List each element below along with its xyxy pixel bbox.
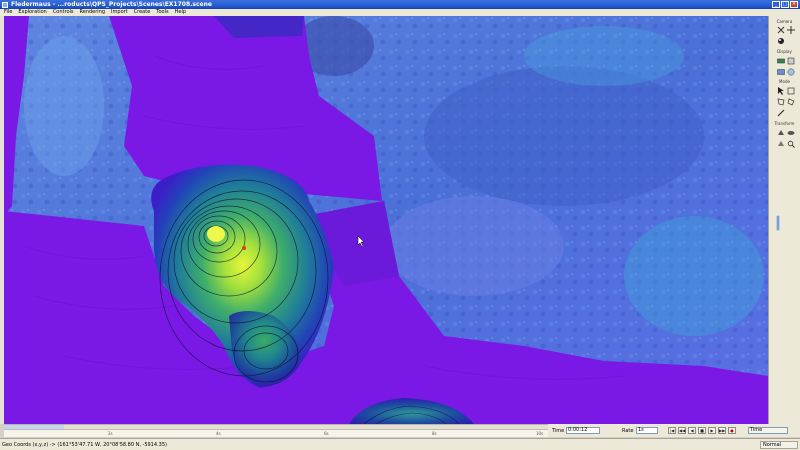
display-section-label: Display <box>777 49 792 54</box>
timeline-tick: 2s <box>108 431 113 436</box>
menu-exploration[interactable]: Exploration <box>18 9 46 16</box>
play-button[interactable]: ▶ <box>708 427 716 434</box>
time-label: Time <box>552 428 565 434</box>
menu-rendering[interactable]: Rendering <box>80 9 106 16</box>
fast-forward-button[interactable]: ▶▶ <box>718 427 726 434</box>
menu-bar: File Exploration Controls Rendering Impo… <box>0 9 800 16</box>
menu-create[interactable]: Create <box>134 9 151 16</box>
menu-help[interactable]: Help <box>175 9 186 16</box>
panel-resize-handle[interactable] <box>775 212 781 234</box>
camera-light-icon[interactable] <box>776 36 785 45</box>
status-bar: Geo Coords (x,y,z) -> (161°53'47.71 W, 2… <box>0 438 800 450</box>
menu-tools[interactable]: Tools <box>156 9 168 16</box>
rectangle-select-icon[interactable] <box>786 86 795 95</box>
record-button[interactable]: ● <box>728 427 736 434</box>
menu-file[interactable]: File <box>4 9 12 16</box>
rate-field[interactable]: 1s <box>636 427 658 434</box>
measure-ruler-icon[interactable] <box>776 108 785 117</box>
time-mode-select[interactable]: Time <box>748 427 788 434</box>
maximize-button[interactable]: □ <box>781 1 789 8</box>
minimize-button[interactable]: _ <box>772 1 780 8</box>
step-back-button[interactable]: ◀ <box>688 427 696 434</box>
stop-button[interactable]: ■ <box>698 427 706 434</box>
transform-rotate-icon[interactable] <box>776 139 785 148</box>
bathymetry-render <box>4 16 768 424</box>
display-globe-icon[interactable] <box>786 67 795 76</box>
skip-start-button[interactable]: |◀ <box>668 427 676 434</box>
title-bar: Fledermaus - ...roducts\QPS_Projects\Sce… <box>0 0 800 9</box>
menu-import[interactable]: Import <box>111 9 128 16</box>
transform-zoom-icon[interactable] <box>786 139 795 148</box>
camera-pan-icon[interactable] <box>786 25 795 34</box>
timeline-tick: 10s <box>536 431 544 436</box>
timeline-tick: 6s <box>324 431 329 436</box>
tool-panel: Camera Display Mode Transform <box>768 16 800 424</box>
camera-section-label: Camera <box>776 19 793 24</box>
window-title: Fledermaus - ...roducts\QPS_Projects\Sce… <box>11 1 212 8</box>
3d-scene-viewport[interactable] <box>4 16 768 424</box>
geo-coords-readout: Geo Coords (x,y,z) -> (161°53'47.71 W, 2… <box>2 442 167 448</box>
display-image-icon[interactable] <box>776 67 785 76</box>
animation-timeline[interactable]: 2s 4s 6s 8s 10s <box>4 429 548 437</box>
menu-controls[interactable]: Controls <box>53 9 74 16</box>
rewind-button[interactable]: ◀◀ <box>678 427 686 434</box>
timeline-tick: 4s <box>216 431 221 436</box>
display-surface-icon[interactable] <box>776 56 785 65</box>
mode-section-label: Mode <box>779 79 790 84</box>
playback-controls: Time 0:00:12 Rate 1s |◀ ◀◀ ◀ ■ ▶ ▶▶ ● Ti… <box>548 424 800 437</box>
polygon-select-icon[interactable] <box>776 97 785 106</box>
display-grid-icon[interactable] <box>786 56 795 65</box>
close-button[interactable]: × <box>790 1 798 8</box>
transform-view-icon[interactable] <box>786 128 795 137</box>
transform-section-label: Transform <box>774 121 795 126</box>
transform-move-icon[interactable] <box>776 128 785 137</box>
app-icon <box>2 1 8 8</box>
mode-indicator: Normal <box>760 441 798 449</box>
select-pointer-icon[interactable] <box>776 86 785 95</box>
timeline-tick: 8s <box>432 431 437 436</box>
rate-label: Rate <box>622 428 634 434</box>
camera-orbit-icon[interactable] <box>776 25 785 34</box>
time-field[interactable]: 0:00:12 <box>566 427 600 434</box>
lasso-select-icon[interactable] <box>786 97 795 106</box>
